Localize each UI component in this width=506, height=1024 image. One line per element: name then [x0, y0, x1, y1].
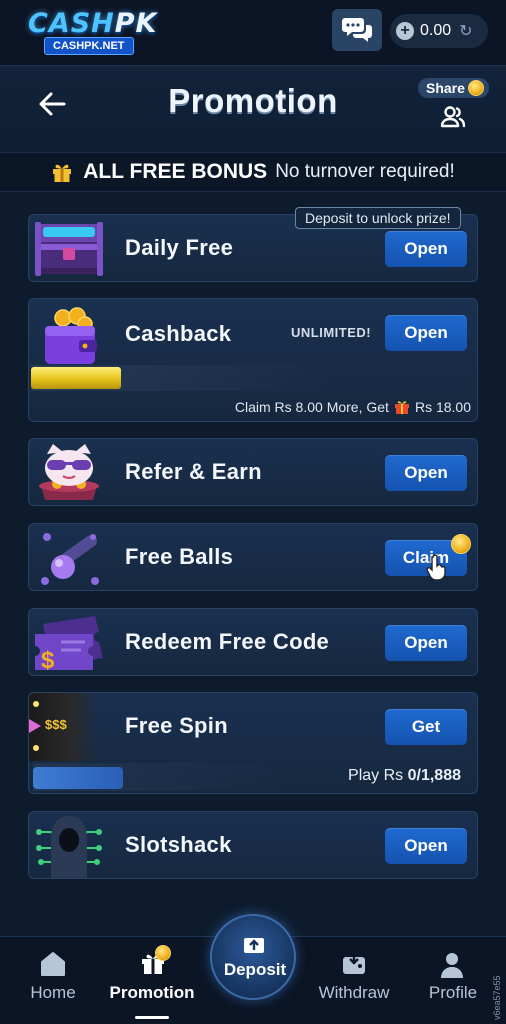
build-id: v6ea57e55	[492, 975, 502, 1020]
nav-promotion[interactable]: Promotion	[107, 937, 197, 1024]
lucky-cat-icon	[39, 444, 99, 500]
gift-icon	[394, 401, 409, 414]
ticket-icon: $	[35, 616, 103, 674]
nav-home[interactable]: Home	[8, 937, 98, 1024]
logo-wordmark: CASHPK	[28, 8, 158, 39]
banner-title: ALL FREE BONUS	[83, 160, 268, 183]
cashpk-logo[interactable]: CASHPK CASHPK.NET	[28, 8, 182, 56]
light-dot	[33, 745, 39, 751]
card-title: Daily Free	[125, 235, 234, 260]
nav-profile-label: Profile	[428, 983, 478, 1002]
slot-machine-panel: $$$	[29, 693, 99, 761]
cashback-open-button[interactable]: Open	[385, 315, 467, 351]
claim-reward: Rs 18.00	[414, 399, 471, 415]
card-cashback[interactable]: Cashback UNLIMITED! Open Claim Rs 8.00 M…	[28, 298, 478, 422]
redeem-open-button[interactable]: Open	[385, 625, 467, 661]
hacker-hood-icon	[36, 816, 102, 878]
card-free-spin[interactable]: $$$ Free Spin Get Play Rs 0/1,888	[28, 692, 478, 794]
unlock-badge: Deposit to unlock prize!	[295, 207, 461, 229]
refresh-icon[interactable]: ↻	[459, 21, 472, 41]
deposit-icon	[244, 938, 264, 953]
wallet-coins-icon	[45, 307, 97, 364]
chat-button[interactable]	[332, 9, 382, 51]
cashback-progress-fill	[31, 367, 121, 389]
balance-pill[interactable]: + 0.00 ↻	[390, 14, 488, 48]
card-title: Free Balls	[125, 544, 234, 569]
home-icon	[41, 952, 65, 976]
claim-text: Claim Rs 8.00 More, Get	[234, 399, 389, 415]
card-title: Free Spin	[125, 713, 228, 738]
users-icon	[440, 106, 466, 128]
nav-withdraw[interactable]: Withdraw	[309, 937, 399, 1024]
unlimited-tag: UNLIMITED!	[291, 325, 372, 340]
pachinko-ball-icon	[41, 533, 99, 585]
daily-free-open-button[interactable]: Open	[385, 231, 467, 267]
gift-icon	[53, 164, 72, 182]
free-spin-get-button[interactable]: Get	[385, 709, 467, 745]
card-title: Cashback	[125, 321, 232, 346]
play-arrow-icon	[29, 719, 41, 733]
card-title: Refer & Earn	[125, 459, 262, 484]
slot-symbols: $$$	[45, 717, 67, 732]
hand-pointer-icon	[426, 554, 446, 580]
card-refer-earn[interactable]: Refer & Earn Open	[28, 438, 478, 506]
free-bonus-banner: ALL FREE BONUS No turnover required!	[0, 152, 506, 192]
card-title: Redeem Free Code	[125, 629, 330, 654]
coin-icon	[451, 534, 471, 554]
play-prefix: Play Rs	[348, 767, 404, 784]
card-free-balls[interactable]: Free Balls Claim	[28, 523, 478, 591]
banner-subtitle: No turnover required!	[275, 161, 455, 182]
top-bar: CASHPK CASHPK.NET + 0.00 ↻	[0, 0, 506, 66]
spin-play-progress: Play Rs 0/1,888	[348, 767, 461, 785]
refer-open-button[interactable]: Open	[385, 455, 467, 491]
card-redeem-code[interactable]: $ Redeem Free Code Open	[28, 608, 478, 676]
cashback-claim-info: Claim Rs 8.00 More, Get Rs 18.00	[235, 399, 471, 415]
coin-icon	[468, 80, 484, 96]
logo-domain: CASHPK.NET	[44, 37, 134, 55]
slotshack-open-button[interactable]: Open	[385, 828, 467, 864]
coin-icon	[155, 945, 171, 961]
chat-bubbles-icon	[342, 18, 372, 42]
card-title: Slotshack	[125, 832, 232, 857]
play-value: 0/1,888	[407, 767, 461, 784]
add-funds-icon[interactable]: +	[396, 22, 414, 40]
nav-withdraw-label: Withdraw	[318, 983, 390, 1002]
spin-progress-fill	[33, 767, 123, 789]
deposit-button[interactable]: Deposit	[210, 914, 296, 1000]
svg-text:$: $	[41, 647, 55, 674]
deposit-label: Deposit	[223, 960, 287, 979]
nav-home-label: Home	[30, 983, 76, 1002]
title-bar: Promotion Share	[0, 66, 506, 152]
balance-value: 0.00	[420, 22, 452, 39]
active-indicator	[135, 1016, 169, 1019]
nav-profile[interactable]: Profile	[408, 937, 498, 1024]
treasure-chest-icon	[35, 222, 103, 276]
user-icon	[441, 953, 463, 978]
nav-promotion-label: Promotion	[109, 983, 195, 1002]
card-daily-free[interactable]: Daily Free Deposit to unlock prize! Open	[28, 207, 478, 282]
light-dot	[33, 701, 39, 707]
wallet-download-icon	[343, 953, 365, 974]
card-slotshack[interactable]: Slotshack Open	[28, 811, 478, 879]
share-button[interactable]: Share	[416, 78, 489, 140]
